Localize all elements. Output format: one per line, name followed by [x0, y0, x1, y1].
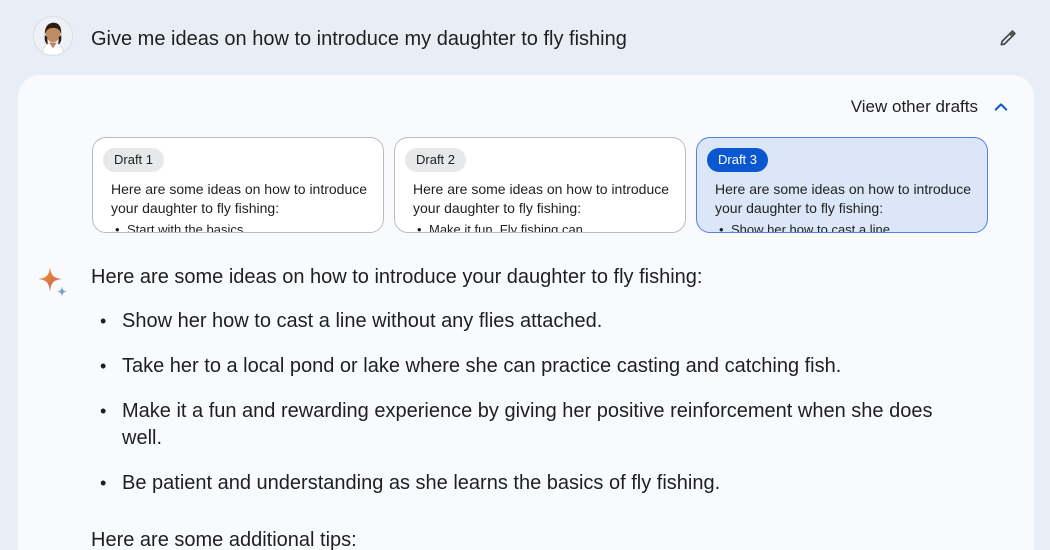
- answer-list-item: Take her to a local pond or lake where s…: [91, 353, 951, 380]
- draft-bullet: • Start with the basics: [111, 222, 373, 233]
- draft-snippet: Here are some ideas on how to introduce …: [413, 181, 670, 216]
- chevron-up-icon: [994, 103, 1008, 111]
- sparkle-icon: [38, 267, 67, 297]
- draft-badge: Draft 3: [707, 148, 769, 172]
- draft-card-3[interactable]: Draft 3 Here are some ideas on how to in…: [696, 137, 988, 233]
- answer-list: Show her how to cast a line without any …: [91, 308, 971, 497]
- prompt-bar: Give me ideas on how to introduce my dau…: [0, 0, 1050, 74]
- prompt-text: Give me ideas on how to introduce my dau…: [91, 28, 627, 50]
- additional-tips-heading: Here are some additional tips:: [91, 529, 357, 550]
- draft-bullet: • Make it fun. Fly fishing can: [413, 222, 675, 233]
- draft-bullet-text: Show her how to cast a line: [731, 222, 890, 233]
- draft-snippet: Here are some ideas on how to introduce …: [715, 181, 972, 216]
- pencil-icon: [1000, 30, 1016, 46]
- edit-prompt-button[interactable]: [995, 25, 1021, 51]
- draft-snippet: Here are some ideas on how to introduce …: [111, 181, 368, 216]
- answer-list-item: Be patient and understanding as she lear…: [91, 470, 951, 497]
- avatar-icon: [34, 17, 72, 55]
- answer-list-item: Show her how to cast a line without any …: [91, 308, 951, 335]
- draft-card-2[interactable]: Draft 2 Here are some ideas on how to in…: [394, 137, 686, 233]
- view-other-drafts-label: View other drafts: [850, 97, 978, 116]
- answer-body: Here are some ideas on how to introduce …: [91, 264, 971, 515]
- drafts-row: Draft 1 Here are some ideas on how to in…: [92, 137, 992, 233]
- draft-badge: Draft 1: [103, 148, 165, 172]
- draft-badge: Draft 2: [405, 148, 467, 172]
- answer-intro: Here are some ideas on how to introduce …: [91, 266, 703, 288]
- draft-bullet-text: Make it fun. Fly fishing can: [429, 222, 583, 233]
- draft-bullet: • Show her how to cast a line: [715, 222, 977, 233]
- draft-bullet-text: Start with the basics: [127, 222, 244, 233]
- user-avatar[interactable]: [33, 16, 73, 56]
- draft-card-1[interactable]: Draft 1 Here are some ideas on how to in…: [92, 137, 384, 233]
- answer-list-item: Make it a fun and rewarding experience b…: [91, 398, 951, 452]
- bard-response-page: Give me ideas on how to introduce my dau…: [0, 0, 1050, 550]
- view-other-drafts-toggle[interactable]: View other drafts: [851, 97, 1010, 117]
